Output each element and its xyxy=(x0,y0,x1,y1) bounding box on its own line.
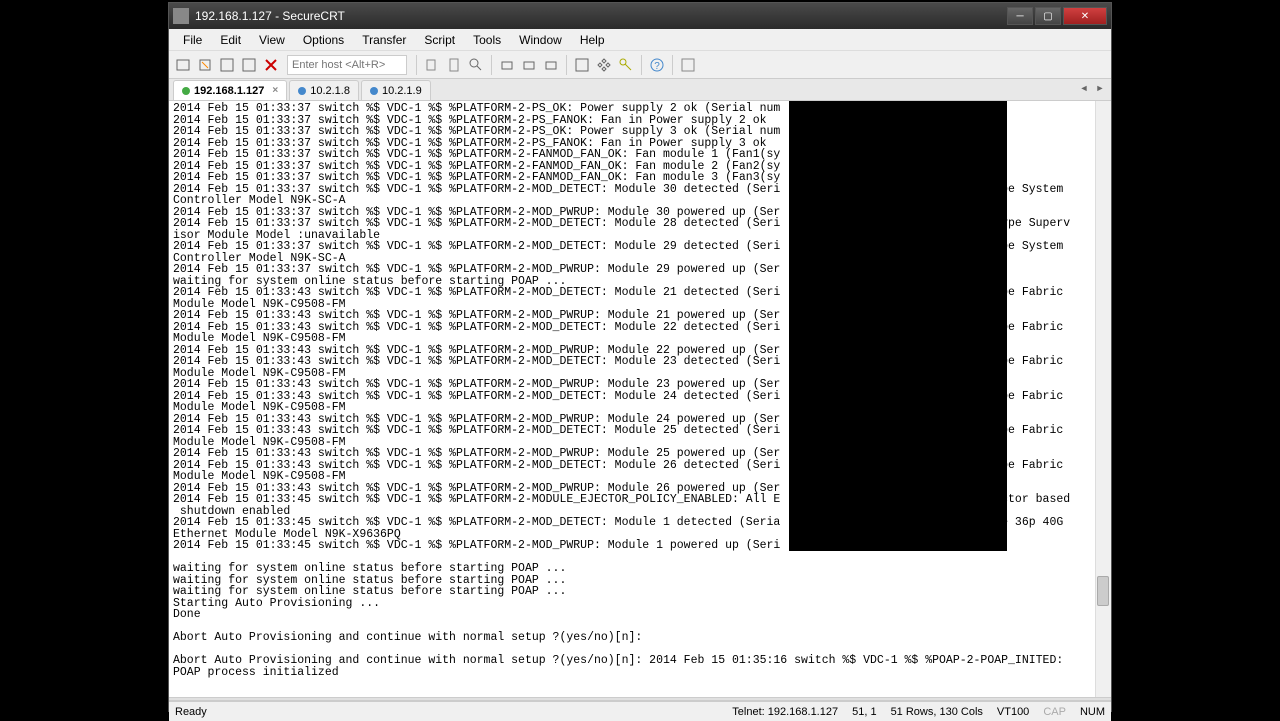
print-icon[interactable] xyxy=(497,55,517,75)
paste-icon[interactable] xyxy=(444,55,464,75)
tab-label: 10.2.1.8 xyxy=(310,85,350,97)
status-right: Telnet: 192.168.1.127 51, 1 51 Rows, 130… xyxy=(732,706,1105,718)
toolbar-separator xyxy=(416,55,417,75)
menu-file[interactable]: File xyxy=(175,31,210,49)
menu-help[interactable]: Help xyxy=(572,31,613,49)
menu-view[interactable]: View xyxy=(251,31,293,49)
window-title: 192.168.1.127 - SecureCRT xyxy=(195,9,1007,23)
app-icon xyxy=(173,8,189,24)
status-position: 51, 1 xyxy=(852,706,876,718)
status-caps: CAP xyxy=(1043,706,1066,718)
menu-transfer[interactable]: Transfer xyxy=(354,31,414,49)
tab-label: 10.2.1.9 xyxy=(382,85,422,97)
menu-script[interactable]: Script xyxy=(416,31,463,49)
tab-session-3[interactable]: 10.2.1.9 xyxy=(361,80,431,100)
print-screen-icon[interactable] xyxy=(519,55,539,75)
status-connection: Telnet: 192.168.1.127 xyxy=(732,706,838,718)
help-icon[interactable]: ? xyxy=(647,55,667,75)
menubar: File Edit View Options Transfer Script T… xyxy=(169,29,1111,51)
window-controls: ─ ▢ ✕ xyxy=(1007,7,1107,25)
app-window: 192.168.1.127 - SecureCRT ─ ▢ ✕ File Edi… xyxy=(168,2,1112,712)
connection-status-icon xyxy=(182,87,190,95)
close-button[interactable]: ✕ xyxy=(1063,7,1107,25)
menu-options[interactable]: Options xyxy=(295,31,352,49)
key-icon[interactable] xyxy=(616,55,636,75)
menu-edit[interactable]: Edit xyxy=(212,31,249,49)
print-selection-icon[interactable] xyxy=(541,55,561,75)
toolbar-separator xyxy=(672,55,673,75)
svg-text:?: ? xyxy=(654,61,660,72)
tab-close-icon[interactable]: × xyxy=(272,85,278,96)
status-ready: Ready xyxy=(175,706,732,718)
disconnect-icon[interactable] xyxy=(239,55,259,75)
toolbar-separator xyxy=(641,55,642,75)
scroll-thumb[interactable] xyxy=(1097,576,1109,606)
connection-status-icon xyxy=(370,87,378,95)
toolbar-separator xyxy=(566,55,567,75)
tab-label: 192.168.1.127 xyxy=(194,85,264,97)
tab-scroll-right-icon[interactable]: ► xyxy=(1093,81,1107,95)
tile-icon[interactable] xyxy=(678,55,698,75)
tab-scroll-arrows: ◄ ► xyxy=(1077,81,1107,95)
vertical-scrollbar[interactable] xyxy=(1095,101,1111,697)
maximize-button[interactable]: ▢ xyxy=(1035,7,1061,25)
status-size: 51 Rows, 130 Cols xyxy=(891,706,983,718)
overlay-region xyxy=(789,101,1007,551)
session-options-icon[interactable] xyxy=(572,55,592,75)
toolbar-separator xyxy=(491,55,492,75)
minimize-button[interactable]: ─ xyxy=(1007,7,1033,25)
quick-connect-icon[interactable] xyxy=(195,55,215,75)
menu-tools[interactable]: Tools xyxy=(465,31,509,49)
toolbar: ? xyxy=(169,51,1111,79)
connection-status-icon xyxy=(298,87,306,95)
status-emulation: VT100 xyxy=(997,706,1029,718)
find-icon[interactable] xyxy=(466,55,486,75)
tab-session-2[interactable]: 10.2.1.8 xyxy=(289,80,359,100)
status-num: NUM xyxy=(1080,706,1105,718)
copy-icon[interactable] xyxy=(422,55,442,75)
tab-session-1[interactable]: 192.168.1.127 × xyxy=(173,80,287,100)
menu-window[interactable]: Window xyxy=(511,31,570,49)
stop-icon[interactable] xyxy=(261,55,281,75)
titlebar[interactable]: 192.168.1.127 - SecureCRT ─ ▢ ✕ xyxy=(169,3,1111,29)
terminal-area[interactable]: 2014 Feb 15 01:33:37 switch %$ VDC-1 %$ … xyxy=(169,101,1111,697)
host-input[interactable] xyxy=(287,55,407,75)
global-options-icon[interactable] xyxy=(594,55,614,75)
statusbar: Ready Telnet: 192.168.1.127 51, 1 51 Row… xyxy=(169,701,1111,721)
reconnect-icon[interactable] xyxy=(217,55,237,75)
tab-scroll-left-icon[interactable]: ◄ xyxy=(1077,81,1091,95)
connect-icon[interactable] xyxy=(173,55,193,75)
tabbar: 192.168.1.127 × 10.2.1.8 10.2.1.9 ◄ ► xyxy=(169,79,1111,101)
